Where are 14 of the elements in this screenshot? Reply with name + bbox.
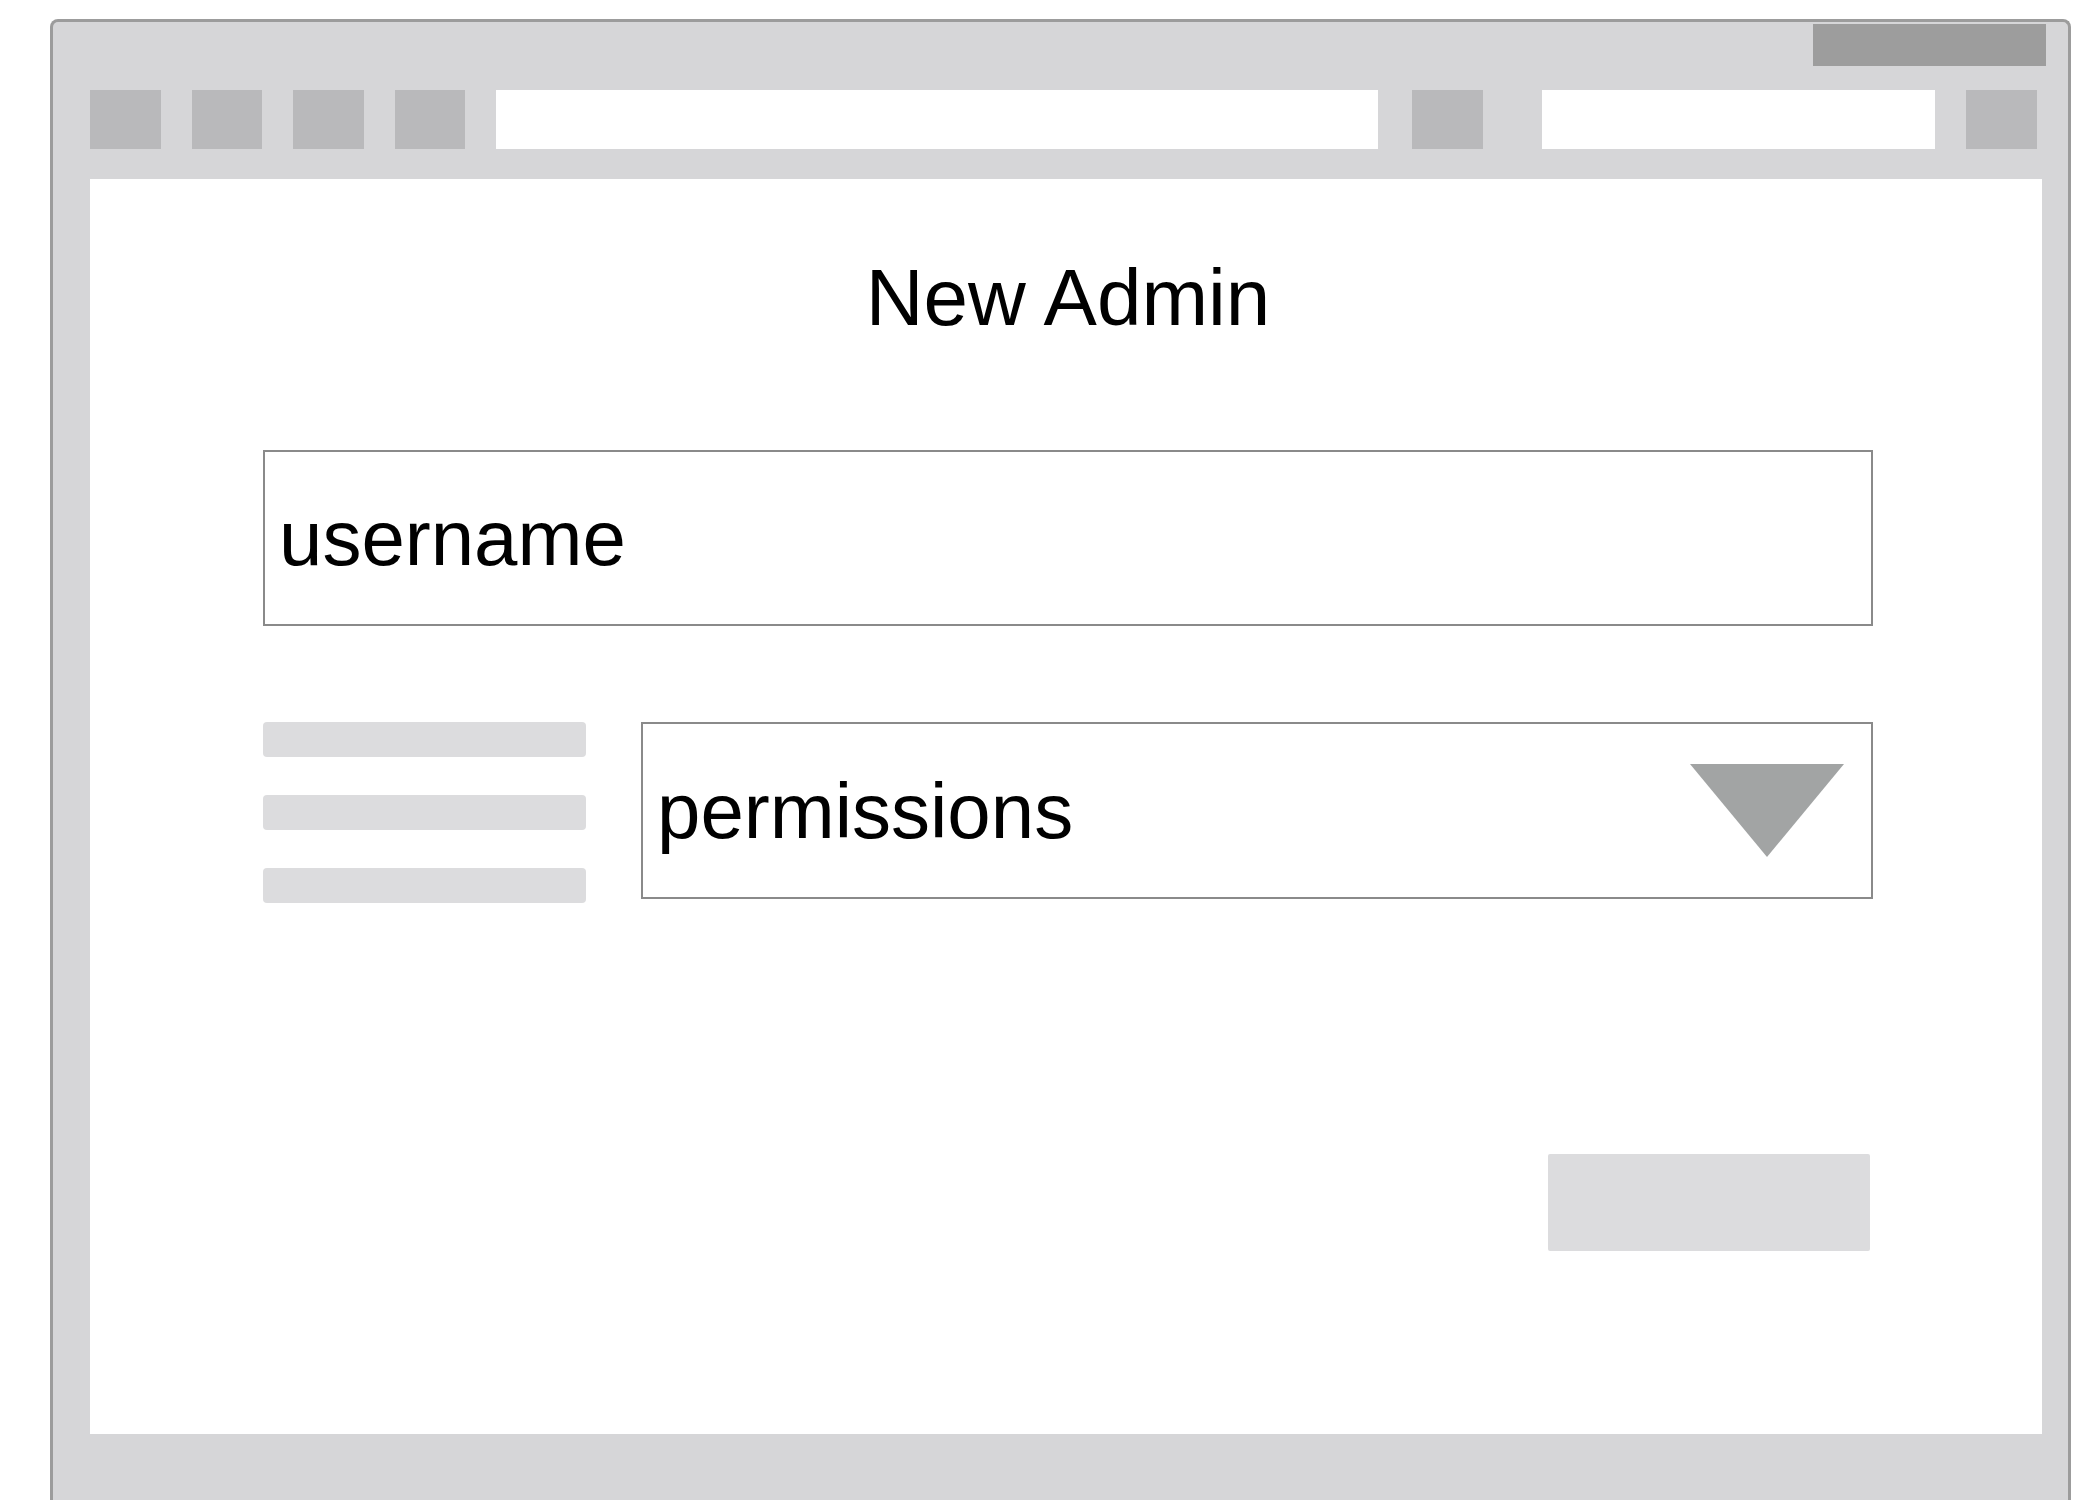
address-bar[interactable] (496, 90, 1379, 149)
toolbar-button[interactable] (1966, 90, 2037, 149)
toolbar-button[interactable] (293, 90, 364, 149)
search-field[interactable] (1542, 90, 1936, 149)
window-controls[interactable] (1813, 24, 2046, 66)
toolbar-button[interactable] (90, 90, 161, 149)
submit-button[interactable] (1548, 1154, 1870, 1251)
username-field[interactable]: username (263, 450, 1873, 626)
page-title: New Admin (864, 258, 1272, 338)
toolbar-button[interactable] (191, 90, 263, 149)
toolbar-button[interactable] (394, 90, 466, 149)
toolbar-button[interactable] (1412, 90, 1483, 149)
permissions-dropdown[interactable]: permissions (641, 722, 1873, 899)
dropdown-arrow-icon (1690, 764, 1844, 857)
